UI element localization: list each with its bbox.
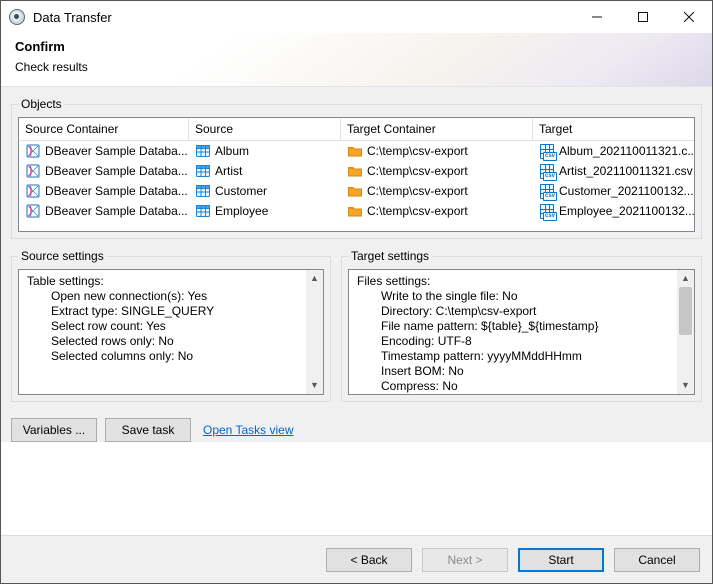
col-source[interactable]: Source	[189, 118, 341, 141]
table-icon	[195, 143, 211, 159]
scroll-up-icon[interactable]: ▲	[677, 270, 694, 287]
settings-line: File name pattern: ${table}_${timestamp}	[357, 319, 674, 334]
wizard-footer: < Back Next > Start Cancel	[1, 535, 712, 583]
database-icon	[25, 203, 41, 219]
csv-file-icon: csv	[539, 163, 555, 179]
objects-body: DBeaver Sample Databa... Album C:\temp\c…	[19, 141, 694, 221]
database-icon	[25, 163, 41, 179]
csv-file-icon: csv	[539, 143, 555, 159]
cell-source-container: DBeaver Sample Databa...	[19, 141, 189, 161]
source-settings-legend: Source settings	[18, 249, 107, 263]
titlebar: Data Transfer	[1, 1, 712, 33]
cell-target: csv Album_202110011321.c...	[533, 141, 694, 161]
objects-table: Source Container Source Target Container…	[18, 117, 695, 232]
folder-icon	[347, 143, 363, 159]
source-settings-heading: Table settings:	[27, 274, 303, 289]
back-button[interactable]: < Back	[326, 548, 412, 572]
next-button: Next >	[422, 548, 508, 572]
table-row[interactable]: DBeaver Sample Databa... Customer C:\tem…	[19, 181, 694, 201]
cell-source: Customer	[189, 181, 341, 201]
open-tasks-link[interactable]: Open Tasks view	[203, 423, 294, 437]
settings-row: Source settings Table settings: Open new…	[11, 249, 702, 412]
csv-file-icon: csv	[539, 203, 555, 219]
settings-line: Write to the single file: No	[357, 289, 674, 304]
source-settings-group: Source settings Table settings: Open new…	[11, 249, 331, 402]
cancel-button[interactable]: Cancel	[614, 548, 700, 572]
settings-line: Select row count: Yes	[27, 319, 303, 334]
cell-target-container: C:\temp\csv-export	[341, 201, 533, 221]
app-icon	[9, 9, 25, 25]
settings-line: Open new connection(s): Yes	[27, 289, 303, 304]
table-row[interactable]: DBeaver Sample Databa... Employee C:\tem…	[19, 201, 694, 221]
settings-line: Compress: No	[357, 379, 674, 394]
target-settings-heading: Files settings:	[357, 274, 674, 289]
col-target-container[interactable]: Target Container	[341, 118, 533, 141]
table-icon	[195, 163, 211, 179]
cell-target-container: C:\temp\csv-export	[341, 181, 533, 201]
col-source-container[interactable]: Source Container	[19, 118, 189, 141]
maximize-button[interactable]	[620, 1, 666, 33]
variables-button[interactable]: Variables ...	[11, 418, 97, 442]
window-title: Data Transfer	[33, 10, 574, 25]
database-icon	[25, 143, 41, 159]
wizard-body: Objects Source Container Source Target C…	[1, 87, 712, 442]
folder-icon	[347, 163, 363, 179]
table-row[interactable]: DBeaver Sample Databa... Album C:\temp\c…	[19, 141, 694, 161]
objects-header-row: Source Container Source Target Container…	[19, 118, 694, 141]
source-scrollbar[interactable]: ▲ ▼	[306, 270, 323, 394]
cell-target-container: C:\temp\csv-export	[341, 141, 533, 161]
cell-target: csv Customer_2021100132...	[533, 181, 694, 201]
cell-source-container: DBeaver Sample Databa...	[19, 161, 189, 181]
folder-icon	[347, 203, 363, 219]
cell-source: Artist	[189, 161, 341, 181]
settings-line: Selected rows only: No	[27, 334, 303, 349]
window-controls	[574, 1, 712, 33]
cell-source-container: DBeaver Sample Databa...	[19, 181, 189, 201]
save-task-button[interactable]: Save task	[105, 418, 191, 442]
cell-source: Employee	[189, 201, 341, 221]
target-settings-legend: Target settings	[348, 249, 432, 263]
wizard-header: Confirm Check results	[1, 33, 712, 87]
settings-line: Insert BOM: No	[357, 364, 674, 379]
settings-line: Selected columns only: No	[27, 349, 303, 364]
cell-target-container: C:\temp\csv-export	[341, 161, 533, 181]
scroll-up-icon[interactable]: ▲	[306, 270, 323, 287]
minimize-button[interactable]	[574, 1, 620, 33]
settings-line: Directory: C:\temp\csv-export	[357, 304, 674, 319]
cell-target: csv Employee_2021100132...	[533, 201, 694, 221]
scroll-thumb[interactable]	[679, 287, 692, 335]
source-settings-panel: Table settings: Open new connection(s): …	[18, 269, 324, 395]
cell-source: Album	[189, 141, 341, 161]
settings-line: Timestamp pattern: yyyyMMddHHmm	[357, 349, 674, 364]
target-settings-panel: Files settings: Write to the single file…	[348, 269, 695, 395]
database-icon	[25, 183, 41, 199]
scroll-down-icon[interactable]: ▼	[306, 377, 323, 394]
table-row[interactable]: DBeaver Sample Databa... Artist C:\temp\…	[19, 161, 694, 181]
close-button[interactable]	[666, 1, 712, 33]
folder-icon	[347, 183, 363, 199]
page-title: Confirm	[15, 39, 698, 54]
table-icon	[195, 183, 211, 199]
table-icon	[195, 203, 211, 219]
scroll-down-icon[interactable]: ▼	[677, 377, 694, 394]
cell-source-container: DBeaver Sample Databa...	[19, 201, 189, 221]
col-target[interactable]: Target	[533, 118, 694, 141]
target-settings-group: Target settings Files settings: Write to…	[341, 249, 702, 402]
actions-row: Variables ... Save task Open Tasks view	[11, 412, 702, 442]
target-scrollbar[interactable]: ▲ ▼	[677, 270, 694, 394]
objects-legend: Objects	[18, 97, 65, 111]
cell-target: csv Artist_202110011321.csv	[533, 161, 694, 181]
start-button[interactable]: Start	[518, 548, 604, 572]
settings-line: Extract type: SINGLE_QUERY	[27, 304, 303, 319]
csv-file-icon: csv	[539, 183, 555, 199]
settings-line: Encoding: UTF-8	[357, 334, 674, 349]
objects-group: Objects Source Container Source Target C…	[11, 97, 702, 239]
page-subtitle: Check results	[15, 60, 698, 74]
